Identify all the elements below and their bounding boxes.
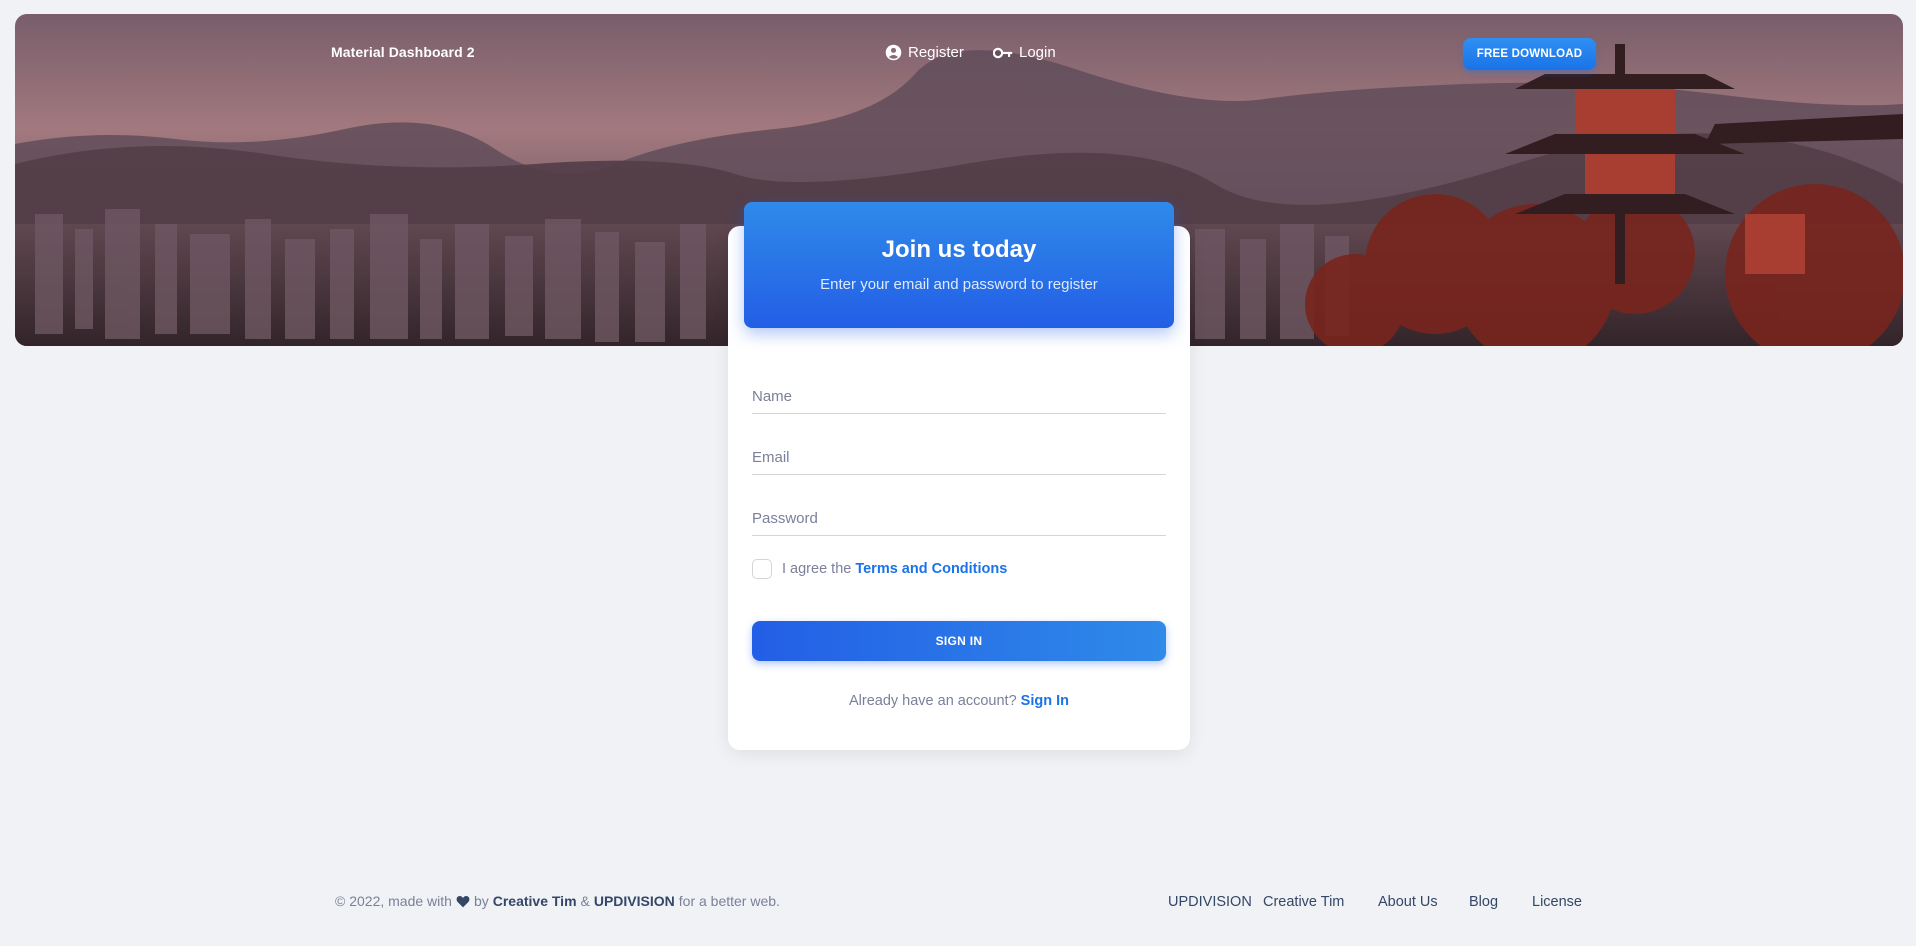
- footer-link-about-us[interactable]: About Us: [1378, 894, 1438, 910]
- author-updivision[interactable]: UPDIVISION: [594, 893, 675, 909]
- amp-text: &: [580, 893, 590, 909]
- footer-link-updivision[interactable]: UPDIVISION: [1168, 894, 1252, 910]
- terms-agreement: I agree the Terms and Conditions: [752, 559, 1007, 579]
- agree-text: I agree the: [782, 561, 852, 577]
- terms-link[interactable]: Terms and Conditions: [855, 561, 1007, 577]
- sign-in-link[interactable]: Sign In: [1021, 693, 1069, 709]
- key-icon: [993, 47, 1013, 58]
- footer-copyright: © 2022, made with by Creative Tim & UPDI…: [335, 893, 780, 909]
- heart-icon: [456, 895, 470, 907]
- author-creative-tim[interactable]: Creative Tim: [493, 893, 577, 909]
- already-text: Already have an account?: [848, 693, 1017, 709]
- sign-in-button[interactable]: SIGN IN: [752, 621, 1166, 661]
- footer-link-creative-tim[interactable]: Creative Tim: [1263, 894, 1344, 910]
- nav-register-link[interactable]: Register: [885, 44, 964, 61]
- footer-link-license[interactable]: License: [1532, 894, 1582, 910]
- password-field: [752, 496, 1166, 536]
- nav-login-label: Login: [1019, 44, 1056, 61]
- copyright-text: © 2022, made with: [335, 893, 452, 909]
- name-input[interactable]: [752, 374, 1166, 413]
- card-title: Join us today: [881, 236, 1037, 263]
- email-field: [752, 435, 1166, 475]
- password-input[interactable]: [752, 496, 1166, 535]
- by-text: by: [473, 893, 489, 909]
- nav-login-link[interactable]: Login: [993, 44, 1056, 61]
- name-field: [752, 374, 1166, 414]
- already-have-account: Already have an account? Sign In: [728, 693, 1190, 709]
- card-subtitle: Enter your email and password to registe…: [820, 276, 1098, 293]
- footer-link-blog[interactable]: Blog: [1469, 894, 1498, 910]
- account-circle-icon: [885, 44, 902, 61]
- brand-title[interactable]: Material Dashboard 2: [331, 44, 475, 60]
- card-header: Join us today Enter your email and passw…: [744, 202, 1174, 328]
- suffix-text: for a better web.: [678, 893, 780, 909]
- terms-checkbox[interactable]: [752, 559, 772, 579]
- free-download-button[interactable]: FREE DOWNLOAD: [1463, 38, 1596, 70]
- email-input[interactable]: [752, 435, 1166, 474]
- nav-register-label: Register: [908, 44, 964, 61]
